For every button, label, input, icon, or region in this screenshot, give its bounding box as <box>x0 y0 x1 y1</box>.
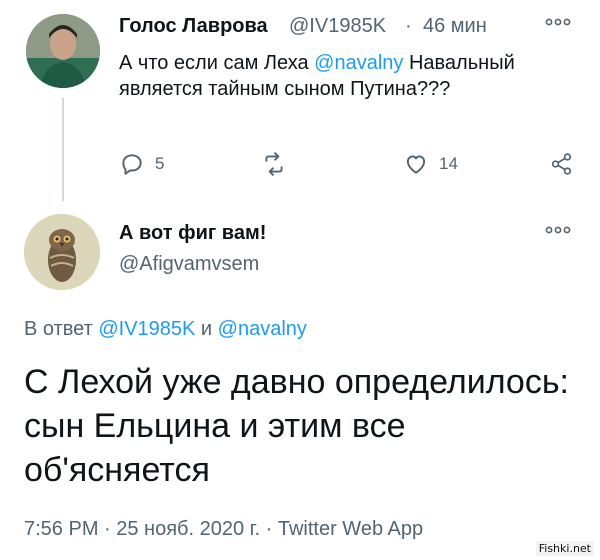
mention-link[interactable]: @navalny <box>314 52 403 74</box>
reply-icon <box>122 154 142 175</box>
mention-link-iv1985k[interactable]: @IV1985K <box>98 318 195 340</box>
avatar-afigvamvsem[interactable] <box>24 214 100 290</box>
like-count: 14 <box>439 154 458 173</box>
retweet-icon <box>265 152 283 176</box>
parent-display-name[interactable]: Голос Лаврова <box>119 15 268 38</box>
heart-icon <box>406 155 426 174</box>
share-icon <box>551 153 572 175</box>
main-tweet-text: С Лехой уже давно определилось: сын Ельц… <box>24 363 569 489</box>
parent-tweet-text: А что если сам Леха @navalny Навальный я… <box>119 50 559 102</box>
reply-count: 5 <box>155 154 165 173</box>
watermark: Fishki.net <box>535 541 594 556</box>
share-button[interactable] <box>549 151 575 177</box>
thread-connector <box>62 98 64 201</box>
parent-timestamp[interactable]: 46 мин <box>423 15 487 38</box>
owl-avatar-image <box>24 214 100 290</box>
ellipsis-icon[interactable] <box>545 222 571 240</box>
parent-text-before: А что если сам Леха <box>119 52 315 74</box>
avatar-photo <box>26 14 100 88</box>
like-button[interactable]: 14 <box>403 151 458 177</box>
avatar-golos-lavrova[interactable] <box>26 14 100 88</box>
main-handle[interactable]: @Afigvamvsem <box>119 253 259 276</box>
mention-link-navalny[interactable]: @navalny <box>218 318 307 340</box>
reply-button[interactable]: 5 <box>119 151 164 177</box>
parent-separator: · <box>405 15 412 37</box>
tweet-meta[interactable]: 7:56 PM · 25 нояб. 2020 г. · Twitter Web… <box>24 518 423 541</box>
parent-handle[interactable]: @IV1985K <box>289 15 386 38</box>
replying-prefix: В ответ <box>24 318 99 340</box>
ellipsis-icon[interactable] <box>545 14 571 32</box>
main-display-name[interactable]: А вот фиг вам! <box>119 222 266 245</box>
replying-to: В ответ @IV1985K и @navalny <box>24 318 307 341</box>
retweet-button[interactable] <box>261 151 297 177</box>
replying-and: и <box>195 318 218 340</box>
parent-action-bar: 5 14 <box>119 151 579 183</box>
